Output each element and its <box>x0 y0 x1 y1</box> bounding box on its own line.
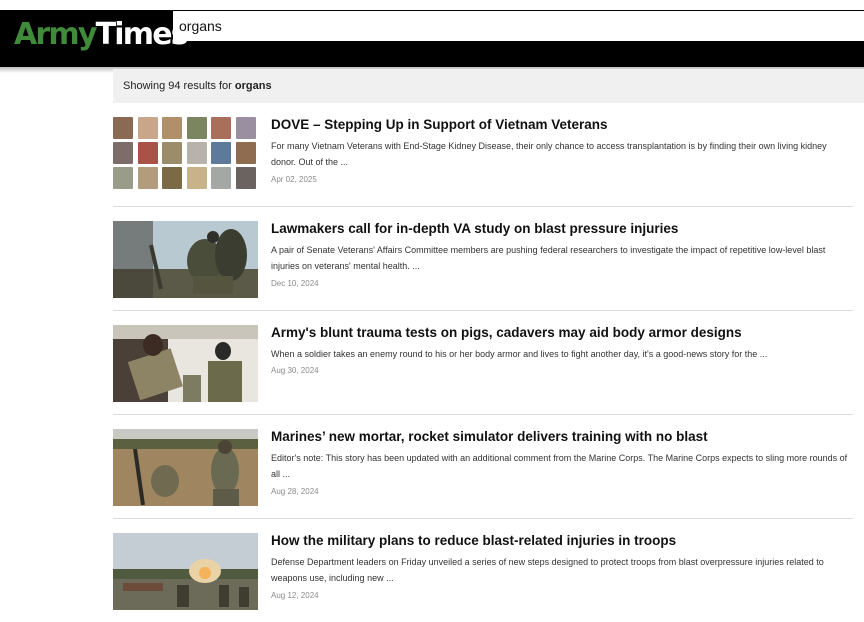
article-title[interactable]: How the military plans to reduce blast-r… <box>271 533 853 548</box>
article-date: Aug 30, 2024 <box>271 366 319 375</box>
article-date: Dec 10, 2024 <box>271 279 319 288</box>
artillery-blast-photo <box>113 533 258 610</box>
article-description: Editor's note: This story has been updat… <box>271 453 848 479</box>
site-header: ArmyTimes <box>0 0 864 67</box>
army-times-logo[interactable]: ArmyTimes <box>14 13 189 57</box>
veteran-portrait-mosaic <box>113 117 258 194</box>
article-description: A pair of Senate Veterans' Affairs Commi… <box>271 245 826 271</box>
search-input[interactable] <box>173 11 864 41</box>
article-title[interactable]: Army's blunt trauma tests on pigs, cadav… <box>271 325 853 340</box>
list-item: Lawmakers call for in-depth VA study on … <box>113 207 853 311</box>
body-armor-lab-photo <box>113 325 258 402</box>
article-date: Aug 28, 2024 <box>271 487 319 496</box>
article-description: Defense Department leaders on Friday unv… <box>271 557 824 583</box>
list-item: DOVE – Stepping Up in Support of Vietnam… <box>113 103 853 207</box>
article-thumbnail[interactable] <box>113 533 258 610</box>
results-query: organs <box>234 80 272 92</box>
results-count-text: Showing 94 results for <box>123 80 232 92</box>
article-title[interactable]: DOVE – Stepping Up in Support of Vietnam… <box>271 117 853 132</box>
results-list: DOVE – Stepping Up in Support of Vietnam… <box>113 103 853 622</box>
article-thumbnail[interactable] <box>113 325 258 402</box>
article-title[interactable]: Marines’ new mortar, rocket simulator de… <box>271 429 853 444</box>
results-summary: Showing 94 results for organs <box>113 69 864 103</box>
article-thumbnail[interactable] <box>113 117 258 194</box>
article-date: Aug 12, 2024 <box>271 591 319 600</box>
marines-field-photo <box>113 429 258 506</box>
list-item: Marines’ new mortar, rocket simulator de… <box>113 415 853 519</box>
list-item: How the military plans to reduce blast-r… <box>113 519 853 622</box>
article-description: For many Vietnam Veterans with End-Stage… <box>271 141 827 167</box>
article-title[interactable]: Lawmakers call for in-depth VA study on … <box>271 221 853 236</box>
article-date: Apr 02, 2025 <box>271 175 317 184</box>
list-item: Army's blunt trauma tests on pigs, cadav… <box>113 311 853 415</box>
logo-army-text: Army <box>14 17 97 52</box>
article-thumbnail[interactable] <box>113 221 258 298</box>
article-description: When a soldier takes an enemy round to h… <box>271 349 768 359</box>
article-thumbnail[interactable] <box>113 429 258 506</box>
mortar-firing-photo <box>113 221 258 298</box>
